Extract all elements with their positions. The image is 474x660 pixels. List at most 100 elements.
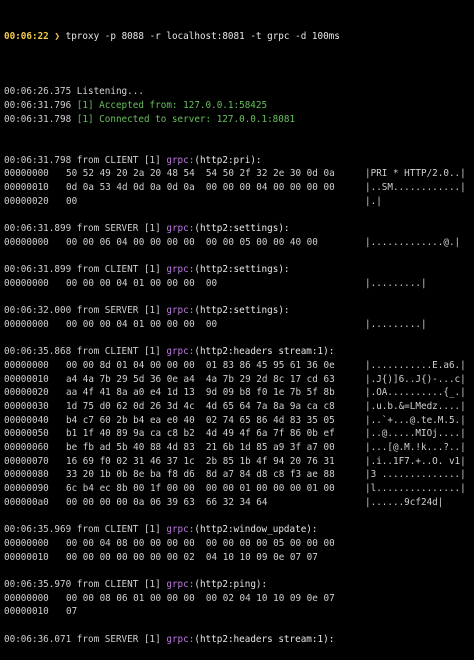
frame-header: 00:06:31.899 from SERVER [1] grpc:(http2… <box>4 222 472 236</box>
frame-type: (http2:headers stream:1): <box>194 346 335 358</box>
hex-offset: 00000000 <box>4 359 49 371</box>
frame-header: 00:06:35.868 from CLIENT [1] grpc:(http2… <box>4 345 472 359</box>
hex-ascii: |..`+...@.te.M.5.| <box>365 414 466 426</box>
frame-type: (http2:pri): <box>194 154 262 166</box>
hex-row: 00000010 0d 0a 53 4d 0d 0a 0d 0a 00 00 00… <box>4 181 472 195</box>
hex-bytes: be fb ad 5b 40 88 4d 83 21 6b 1d 85 a9 3… <box>66 442 335 454</box>
status-line: 00:06:31.796 [1] Accepted from: 127.0.0.… <box>4 99 472 113</box>
hex-ascii: |3 ..............| <box>365 469 466 481</box>
hex-bytes: 00 00 8d 01 04 00 00 00 01 83 86 45 95 6… <box>66 359 335 371</box>
frame-protocol: grpc: <box>166 223 195 235</box>
frame-source: from CLIENT [1] <box>76 264 161 276</box>
hex-ascii: |.........| <box>365 277 427 289</box>
frame-source: from SERVER [1] <box>76 633 161 645</box>
hex-bytes: 50 52 49 20 2a 20 48 54 54 50 2f 32 2e 3… <box>66 168 335 180</box>
status-message: [1] Connected to server: 127.0.0.1:8081 <box>76 113 296 125</box>
hex-row: 00000000 00 00 00 04 01 00 00 00 00 |.....… <box>4 318 472 332</box>
hex-offset: 00000010 <box>4 551 49 563</box>
hex-row: 00000000 00 00 08 06 01 00 00 00 00 02 04… <box>4 592 472 606</box>
hex-bytes: aa 4f 41 8a a0 e4 1d 13 9d 09 b8 f0 1e 7… <box>66 387 335 399</box>
timestamp: 00:06:31.899 <box>4 264 72 276</box>
terminal-output[interactable]: 00:06:22 ❯ tproxy -p 8088 -r localhost:8… <box>4 3 472 660</box>
hex-bytes: 0d 0a 53 4d 0d 0a 0d 0a 00 00 00 04 00 0… <box>66 182 335 194</box>
hex-offset: 00000060 <box>4 442 49 454</box>
hex-bytes: 00 00 08 06 01 00 00 00 00 02 04 10 10 0… <box>66 592 335 604</box>
frame-type: (http2:headers stream:1): <box>194 633 335 645</box>
hex-ascii: |...[@.M.!k...?..| <box>365 442 466 454</box>
hex-row: 00000020 aa 4f 41 8a a0 e4 1d 13 9d 09 b8… <box>4 386 472 400</box>
timestamp: 00:06:32.000 <box>4 305 72 317</box>
hex-offset: 00000050 <box>4 428 49 440</box>
hex-row: 00000010 00 00 00 00 00 00 00 02 04 10 10… <box>4 551 472 565</box>
hex-ascii: |.........| <box>365 318 427 330</box>
hex-offset: 00000000 <box>4 537 49 549</box>
hex-bytes: 00 00 00 00 0a 06 39 63 66 32 34 64 <box>66 496 268 508</box>
hex-offset: 00000070 <box>4 455 49 467</box>
hex-offset: 00000010 <box>4 182 49 194</box>
prompt-arrow-icon: ❯ <box>54 31 60 43</box>
hex-offset: 00000020 <box>4 387 49 399</box>
hex-offset: 00000080 <box>4 469 49 481</box>
hex-offset: 00000000 <box>4 592 49 604</box>
hex-bytes: 00 00 04 08 00 00 00 00 00 00 00 00 05 0… <box>66 537 335 549</box>
frame-type: (http2:settings): <box>194 264 290 276</box>
status-line: 00:06:31.798 [1] Connected to server: 12… <box>4 113 472 127</box>
frame-protocol: grpc: <box>166 346 195 358</box>
hex-row: 00000070 16 69 f0 02 31 46 37 1c 2b 85 1b… <box>4 455 472 469</box>
hex-row: 00000050 b1 1f 40 89 9a ca c8 b2 4d 49 4f… <box>4 427 472 441</box>
hex-offset: 00000000 <box>4 318 49 330</box>
hex-ascii: |..@.....MIOj....| <box>365 428 466 440</box>
frame-header: 00:06:31.798 from CLIENT [1] grpc:(http2… <box>4 154 472 168</box>
hex-row: 00000080 33 20 1b 0b 8e ba f8 d6 8d a7 84… <box>4 468 472 482</box>
frame-header: 00:06:36.071 from SERVER [1] grpc:(http2… <box>4 633 472 647</box>
hex-ascii: |.............@.| <box>365 236 461 248</box>
frame-protocol: grpc: <box>166 154 195 166</box>
hex-bytes: 6c b4 ec 8b 00 1f 00 00 00 00 01 00 00 0… <box>66 483 335 495</box>
hex-row: 00000060 be fb ad 5b 40 88 4d 83 21 6b 1d… <box>4 441 472 455</box>
frame-header: 00:06:31.899 from CLIENT [1] grpc:(http2… <box>4 263 472 277</box>
hex-ascii: |PRI * HTTP/2.0..| <box>365 168 466 180</box>
status-line: 00:06:26.375 Listening... <box>4 85 472 99</box>
hex-row: 00000020 00 |.| <box>4 195 472 209</box>
hex-row: 00000010 07 <box>4 605 472 619</box>
frame-source: from CLIENT [1] <box>76 524 161 536</box>
hex-bytes: b4 c7 60 2b b4 ea e0 40 02 74 65 86 4d 8… <box>66 414 335 426</box>
hex-bytes: b1 1f 40 89 9a ca c8 b2 4d 49 4f 6a 7f 8… <box>66 428 335 440</box>
hex-offset: 00000030 <box>4 401 49 413</box>
status-message: [1] Accepted from: 127.0.0.1:58425 <box>76 99 268 111</box>
timestamp: 00:06:31.798 <box>4 154 72 166</box>
frame-source: from CLIENT [1] <box>76 154 161 166</box>
hex-bytes: 00 00 06 04 00 00 00 00 00 00 05 00 00 4… <box>66 236 318 248</box>
hex-ascii: |..SM............| <box>365 182 466 194</box>
hex-row: 00000030 1d 75 d0 62 0d 26 3d 4c 4d 65 64… <box>4 400 472 414</box>
frame-source: from CLIENT [1] <box>76 346 161 358</box>
status-lines: 00:06:26.375 Listening... 00:06:31.796 [1… <box>4 85 472 126</box>
timestamp: 00:06:26.375 <box>4 86 72 98</box>
timestamp: 00:06:31.899 <box>4 223 72 235</box>
status-message: Listening... <box>76 86 144 98</box>
hex-bytes: 00 00 00 00 00 00 00 02 04 10 10 09 0e 0… <box>66 551 318 563</box>
hex-bytes: 16 69 f0 02 31 46 37 1c 2b 85 1b 4f 94 2… <box>66 455 335 467</box>
hex-ascii: |.J{)]6..J{)-...c| <box>365 373 466 385</box>
hex-ascii: |.u.b.&=LMedz....| <box>365 401 466 413</box>
frame-header: 00:06:35.969 from CLIENT [1] grpc:(http2… <box>4 523 472 537</box>
hex-bytes: 00 00 00 04 01 00 00 00 00 <box>66 277 218 289</box>
hex-offset: 000000a0 <box>4 496 49 508</box>
timestamp: 00:06:35.868 <box>4 346 72 358</box>
hex-offset: 00000000 <box>4 277 49 289</box>
hex-row: 00000000 00 00 8d 01 04 00 00 00 01 83 86… <box>4 359 472 373</box>
hex-bytes: 00 00 00 04 01 00 00 00 00 <box>66 318 218 330</box>
hex-ascii: |...........E.a6.| <box>365 359 466 371</box>
hex-ascii: |.| <box>365 195 382 207</box>
frame-type: (http2:settings): <box>194 305 290 317</box>
hex-row: 00000000 00 00 04 08 00 00 00 00 00 00 00… <box>4 537 472 551</box>
hex-ascii: |.i..1F7.+..O. v1| <box>365 455 466 467</box>
hex-offset: 00000020 <box>4 195 49 207</box>
hex-offset: 00000090 <box>4 483 49 495</box>
hex-offset: 00000010 <box>4 606 49 618</box>
